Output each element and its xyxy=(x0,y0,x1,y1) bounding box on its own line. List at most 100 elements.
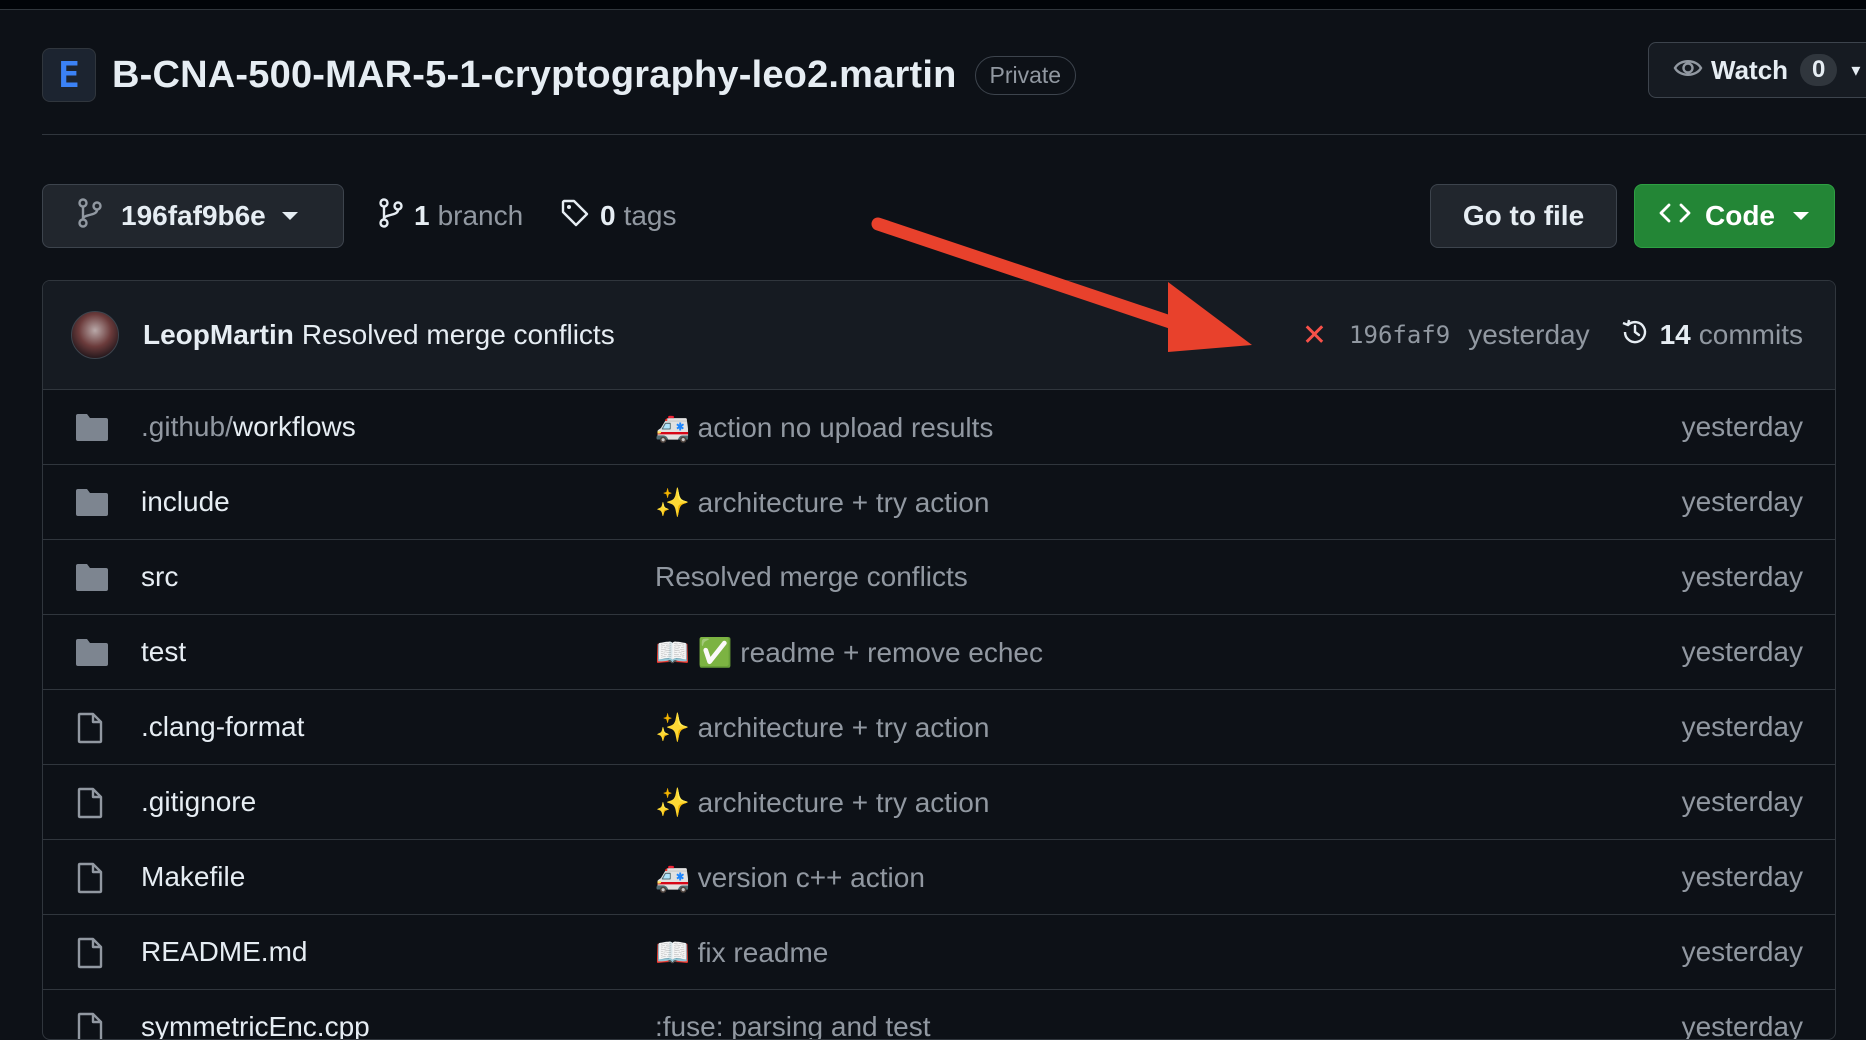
caret-down-icon xyxy=(1793,212,1809,220)
file-commit-time: yesterday xyxy=(1681,486,1803,517)
file-name: README.md xyxy=(141,936,308,967)
tag-count: 0 xyxy=(600,200,616,231)
file-row[interactable]: symmetricEnc.cpp :fuse: parsing and test y… xyxy=(43,990,1835,1040)
git-branch-icon xyxy=(77,197,103,235)
file-row[interactable]: .clang-format ✨ architecture + try action… xyxy=(43,690,1835,765)
file-commit-time: yesterday xyxy=(1681,1011,1803,1040)
file-name-link[interactable]: test xyxy=(141,636,186,668)
file-list: .github/workflows 🚑 action no upload resu… xyxy=(43,390,1835,1040)
file-commit-time: yesterday xyxy=(1681,936,1803,967)
file-row[interactable]: test 📖 ✅ readme + remove echec yesterday xyxy=(43,615,1835,690)
top-edge-bar xyxy=(0,0,1866,10)
file-commit-text: fix readme xyxy=(697,936,829,968)
commit-message[interactable]: Resolved merge conflicts xyxy=(302,319,615,351)
branch-select-button[interactable]: 196faf9b6e xyxy=(42,184,344,248)
file-commit-time: yesterday xyxy=(1681,561,1803,592)
commit-sha[interactable]: 196faf9 xyxy=(1349,321,1450,349)
file-commit-time: yesterday xyxy=(1681,636,1803,667)
file-name: test xyxy=(141,636,187,667)
file-commit-message[interactable]: 📖 fix readme xyxy=(655,936,828,969)
file-commit-time: yesterday xyxy=(1681,411,1803,442)
header-divider xyxy=(42,134,1866,135)
file-name: .gitignore xyxy=(141,786,257,817)
file-commit-text: architecture + try action xyxy=(697,786,990,818)
latest-commit-bar: LeopMartin Resolved merge conflicts ✕ 19… xyxy=(43,281,1835,390)
commit-emoji: 🚑 xyxy=(655,411,690,443)
file-name-link[interactable]: .clang-format xyxy=(141,711,304,743)
file-browser: LeopMartin Resolved merge conflicts ✕ 19… xyxy=(42,280,1836,1040)
file-commit-text: architecture + try action xyxy=(697,486,990,518)
file-commit-text: architecture + try action xyxy=(697,711,990,743)
tag-icon xyxy=(560,198,590,235)
commits-link[interactable]: 14 commits xyxy=(1620,317,1803,354)
file-name: src xyxy=(141,561,179,592)
file-icon xyxy=(75,787,109,819)
file-name-link[interactable]: .gitignore xyxy=(141,786,256,818)
repo-name[interactable]: B-CNA-500-MAR-5-1-cryptography-leo2.mart… xyxy=(112,54,957,97)
file-commit-text: version c++ action xyxy=(697,861,925,893)
file-row[interactable]: src Resolved merge conflicts yesterday xyxy=(43,540,1835,615)
file-commit-message[interactable]: 📖 ✅ readme + remove echec xyxy=(655,636,1043,669)
branch-name: 196faf9b6e xyxy=(121,200,266,231)
file-row[interactable]: README.md 📖 fix readme yesterday xyxy=(43,915,1835,990)
file-commit-text: :fuse: parsing and test xyxy=(655,1011,931,1040)
folder-icon xyxy=(75,412,109,442)
file-commit-time: yesterday xyxy=(1681,786,1803,817)
file-commit-message[interactable]: :fuse: parsing and test xyxy=(655,1011,931,1040)
chevron-down-icon: ▾ xyxy=(1851,59,1861,80)
file-commit-message[interactable]: 🚑 action no upload results xyxy=(655,411,993,444)
file-name: Makefile xyxy=(141,861,246,892)
watch-button[interactable]: Watch 0 ▾ xyxy=(1648,42,1866,98)
code-button[interactable]: Code xyxy=(1634,184,1835,248)
file-commit-message[interactable]: ✨ architecture + try action xyxy=(655,786,989,819)
file-name: .clang-format xyxy=(141,711,305,742)
watch-count: 0 xyxy=(1800,54,1838,86)
file-commit-time: yesterday xyxy=(1681,711,1803,742)
file-path-prefix: .github/ xyxy=(141,411,233,442)
commit-meta: ✕ 196faf9 yesterday 14 commits xyxy=(1302,281,1803,389)
file-commit-text: Resolved merge conflicts xyxy=(655,561,968,592)
file-commit-message[interactable]: ✨ architecture + try action xyxy=(655,486,989,519)
file-icon xyxy=(75,937,109,969)
branch-label: branch xyxy=(437,200,524,231)
file-commit-text: action no upload results xyxy=(697,411,994,443)
file-row[interactable]: .gitignore ✨ architecture + try action yes… xyxy=(43,765,1835,840)
avatar[interactable] xyxy=(71,311,119,359)
file-row[interactable]: .github/workflows 🚑 action no upload resu… xyxy=(43,390,1835,465)
file-row[interactable]: Makefile 🚑 version c++ action yesterday xyxy=(43,840,1835,915)
file-name: include xyxy=(141,486,230,517)
file-icon xyxy=(75,712,109,744)
file-name-link[interactable]: README.md xyxy=(141,936,307,968)
code-icon xyxy=(1659,200,1691,232)
file-name-link[interactable]: include xyxy=(141,486,230,518)
commit-emoji: 📖 xyxy=(655,936,690,968)
file-row[interactable]: include ✨ architecture + try action yester… xyxy=(43,465,1835,540)
file-commit-text: readme + remove echec xyxy=(740,636,1044,668)
file-commit-message[interactable]: ✨ architecture + try action xyxy=(655,711,989,744)
file-commit-message[interactable]: Resolved merge conflicts xyxy=(655,561,968,593)
branches-link[interactable]: 1 branch xyxy=(378,196,523,236)
commit-author[interactable]: LeopMartin xyxy=(143,319,294,351)
file-name: workflows xyxy=(232,411,356,442)
repo-logo[interactable]: E xyxy=(42,48,96,102)
code-label: Code xyxy=(1705,200,1775,231)
caret-down-icon xyxy=(281,212,298,220)
file-name-link[interactable]: .github/workflows xyxy=(141,411,356,443)
commit-count: 14 xyxy=(1659,319,1691,350)
folder-icon xyxy=(75,487,109,517)
repo-header: E B-CNA-500-MAR-5-1-cryptography-leo2.ma… xyxy=(42,40,1077,110)
folder-icon xyxy=(75,637,109,667)
file-icon xyxy=(75,862,109,894)
commit-emoji: 📖 ✅ xyxy=(655,636,733,668)
file-commit-message[interactable]: 🚑 version c++ action xyxy=(655,861,925,894)
file-name-link[interactable]: symmetricEnc.cpp xyxy=(141,1011,370,1039)
eye-icon xyxy=(1673,55,1703,86)
branch-count: 1 xyxy=(414,200,430,231)
tags-link[interactable]: 0 tags xyxy=(560,196,677,236)
file-name-link[interactable]: Makefile xyxy=(141,861,245,893)
x-icon[interactable]: ✕ xyxy=(1302,318,1327,353)
commits-label: commits xyxy=(1698,319,1803,350)
commit-emoji: 🚑 xyxy=(655,861,690,893)
go-to-file-button[interactable]: Go to file xyxy=(1430,184,1617,248)
file-name-link[interactable]: src xyxy=(141,561,178,593)
